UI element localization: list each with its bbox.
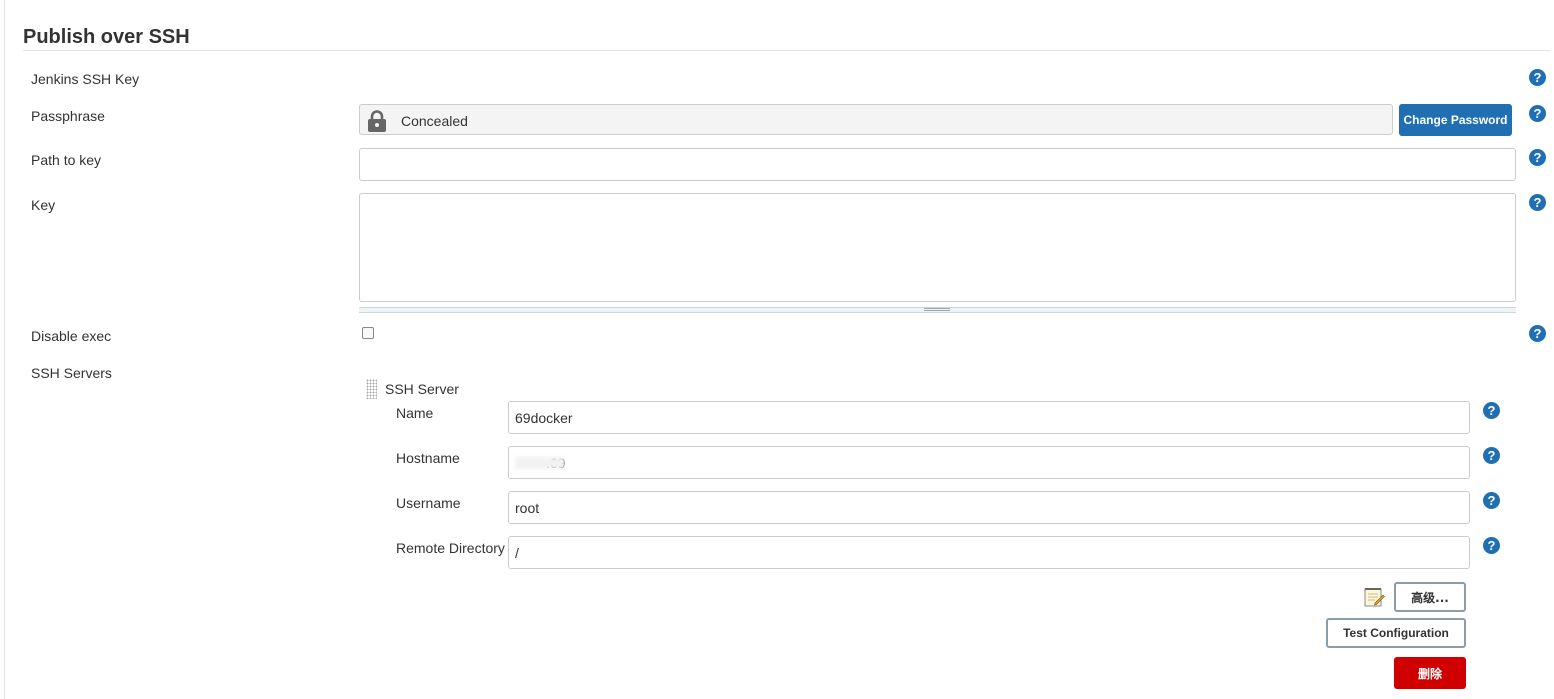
disable-exec-checkbox[interactable] — [362, 327, 374, 339]
section-divider — [23, 50, 1550, 51]
passphrase-label: Passphrase — [31, 108, 105, 124]
hostname-redaction — [515, 457, 565, 469]
delete-button[interactable]: 删除 — [1394, 657, 1466, 689]
help-icon[interactable]: ? — [1483, 447, 1500, 464]
lock-icon — [368, 110, 386, 132]
hostname-input[interactable] — [508, 446, 1470, 479]
resize-grip-icon[interactable] — [924, 307, 950, 311]
advanced-button[interactable]: 高级... — [1394, 582, 1466, 612]
username-label: Username — [396, 495, 461, 511]
passphrase-concealed-field: Concealed — [359, 104, 1393, 135]
ssh-server-title: SSH Server — [385, 381, 459, 397]
drag-handle-icon[interactable] — [366, 379, 377, 399]
help-icon[interactable]: ? — [1529, 105, 1546, 122]
server-name-label: Name — [396, 405, 434, 421]
help-icon[interactable]: ? — [1483, 492, 1500, 509]
help-icon[interactable]: ? — [1529, 149, 1546, 166]
passphrase-concealed-text: Concealed — [401, 113, 468, 129]
username-input[interactable] — [508, 491, 1470, 524]
section-title: Publish over SSH — [23, 26, 190, 48]
left-border — [4, 0, 5, 699]
key-textarea[interactable] — [359, 193, 1516, 302]
server-name-input[interactable] — [508, 401, 1470, 434]
remote-directory-label: Remote Directory — [396, 540, 505, 556]
ssh-servers-label: SSH Servers — [31, 365, 112, 381]
help-icon[interactable]: ? — [1483, 402, 1500, 419]
hostname-label: Hostname — [396, 450, 460, 466]
change-password-button[interactable]: Change Password — [1399, 104, 1512, 136]
path-to-key-input[interactable] — [359, 148, 1516, 181]
notepad-icon[interactable] — [1363, 586, 1385, 608]
disable-exec-label: Disable exec — [31, 328, 112, 344]
jenkins-ssh-key-label: Jenkins SSH Key — [31, 71, 140, 87]
help-icon[interactable]: ? — [1483, 537, 1500, 554]
help-icon[interactable]: ? — [1529, 325, 1546, 342]
key-label: Key — [31, 197, 56, 213]
remote-directory-input[interactable] — [508, 536, 1470, 569]
help-icon[interactable]: ? — [1529, 194, 1546, 211]
help-icon[interactable]: ? — [1529, 69, 1546, 86]
path-to-key-label: Path to key — [31, 152, 102, 168]
test-configuration-button[interactable]: Test Configuration — [1326, 618, 1466, 648]
